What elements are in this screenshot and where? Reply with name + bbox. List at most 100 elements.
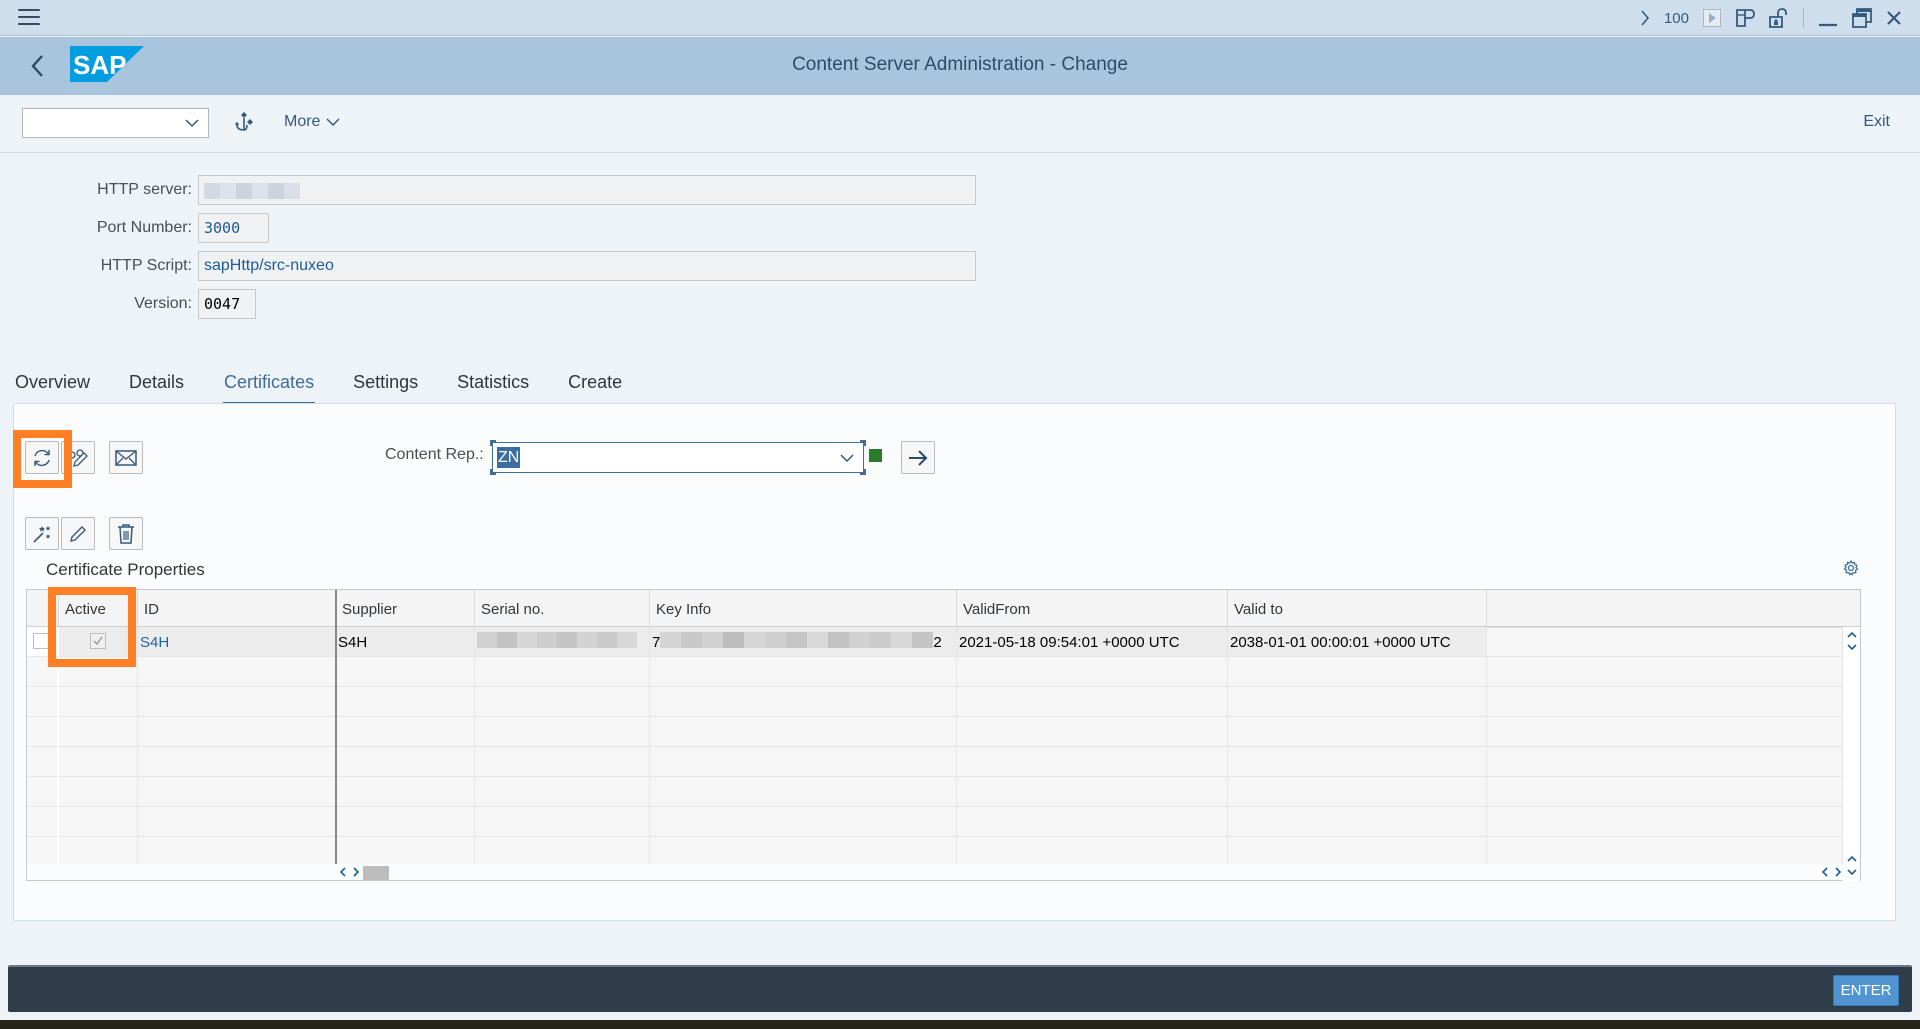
version-field[interactable]: 0047 — [198, 289, 256, 319]
command-field[interactable] — [22, 108, 209, 138]
scroll-up-icon[interactable] — [1847, 629, 1857, 641]
cell-valid_from — [957, 657, 1228, 687]
cell-id — [138, 777, 336, 807]
zoom-level: 100 — [1663, 9, 1689, 27]
cell-key — [650, 807, 957, 837]
row-selector[interactable] — [33, 633, 49, 649]
certificate-grid: Active ID Supplier Serial no. Key Info V… — [26, 589, 1861, 881]
scroll-down-icon[interactable] — [1847, 866, 1857, 878]
col-header-valid-to[interactable]: Valid to — [1228, 590, 1487, 627]
col-header-key-info[interactable]: Key Info — [650, 590, 957, 627]
cell-filler — [1487, 807, 1843, 837]
col-header-active[interactable]: Active — [59, 590, 138, 627]
cell-valid_to — [1228, 687, 1487, 717]
certificate-id-link[interactable]: S4H — [140, 634, 169, 651]
delete-button[interactable] — [109, 517, 143, 550]
edit-button[interactable] — [61, 517, 95, 550]
cell-filler — [1487, 747, 1843, 777]
cell-supplier: S4H — [336, 627, 475, 657]
cell-supplier — [336, 717, 475, 747]
system-controls: 100 — [1626, 0, 1902, 36]
cell-serial-redacted — [475, 627, 650, 657]
exit-button[interactable]: Exit — [1863, 113, 1890, 131]
http-script-label: HTTP Script: — [100, 257, 192, 274]
scroll-right-icon[interactable] — [352, 867, 360, 879]
tab-overview[interactable]: Overview — [15, 368, 90, 404]
cell-valid_from: 2021-05-18 09:54:01 +0000 UTC — [957, 627, 1228, 657]
edit-certificate-button[interactable] — [61, 441, 95, 474]
chevron-down-icon — [326, 118, 340, 127]
cell-filler — [1487, 777, 1843, 807]
cell-supplier — [336, 777, 475, 807]
cell-supplier — [336, 687, 475, 717]
cell-key — [650, 657, 957, 687]
cell-sel — [27, 717, 59, 747]
cell-id — [138, 717, 336, 747]
gear-icon[interactable] — [1843, 559, 1859, 581]
chevron-right-icon[interactable] — [1640, 0, 1650, 36]
status-bar: ENTER — [8, 965, 1912, 1012]
scroll-left-icon[interactable] — [339, 867, 347, 879]
horizontal-scroll-thumb[interactable] — [363, 866, 389, 880]
content-rep-field[interactable]: ZN — [490, 440, 866, 475]
cell-serial — [475, 717, 650, 747]
scroll-down-icon[interactable] — [1847, 641, 1857, 653]
execute-button[interactable] — [901, 441, 935, 474]
glasses-pencil-icon — [68, 448, 88, 467]
unlock-icon[interactable] — [1769, 0, 1789, 36]
cell-id — [138, 687, 336, 717]
hierarchy-icon[interactable] — [232, 110, 256, 134]
cell-valid_to — [1228, 717, 1487, 747]
col-header-supplier[interactable]: Supplier — [336, 590, 475, 627]
cell-serial — [475, 777, 650, 807]
cell-active — [59, 717, 138, 747]
select-all-header[interactable] — [27, 590, 59, 627]
restore-icon[interactable] — [1852, 0, 1872, 36]
http-server-field[interactable] — [198, 175, 976, 205]
tab-settings[interactable]: Settings — [353, 368, 418, 404]
col-header-serial-no[interactable]: Serial no. — [475, 590, 650, 627]
col-header-id[interactable]: ID — [138, 590, 336, 627]
cell-active — [59, 627, 138, 657]
cell-filler — [1487, 717, 1843, 747]
redacted-value — [204, 181, 300, 199]
cell-id — [138, 747, 336, 777]
cell-valid_to — [1228, 747, 1487, 777]
mail-button[interactable] — [109, 441, 143, 474]
play-icon[interactable] — [1703, 0, 1721, 36]
page-title: Content Server Administration - Change — [792, 54, 1128, 75]
scroll-right-icon[interactable] — [1834, 867, 1842, 879]
taskbar-strip — [0, 1020, 1920, 1029]
cell-valid_from — [957, 717, 1228, 747]
tab-statistics[interactable]: Statistics — [457, 368, 529, 404]
cell-serial — [475, 657, 650, 687]
cell-id — [138, 837, 336, 867]
cell-id — [138, 807, 336, 837]
menu-icon[interactable] — [18, 9, 40, 27]
active-checkbox[interactable] — [90, 633, 106, 649]
close-icon[interactable] — [1886, 0, 1902, 36]
layout-icon[interactable] — [1735, 0, 1755, 36]
tab-details[interactable]: Details — [129, 368, 184, 404]
tab-create[interactable]: Create — [568, 368, 622, 404]
vertical-scrollbar[interactable] — [1842, 627, 1860, 881]
enter-button[interactable]: ENTER — [1833, 975, 1899, 1006]
cell-key-info-redacted: 72 — [650, 627, 957, 657]
tab-bar: Overview Details Certificates Settings S… — [0, 368, 622, 405]
refresh-button[interactable] — [25, 441, 59, 474]
more-menu-button[interactable]: More — [284, 113, 340, 131]
minimize-icon[interactable] — [1818, 0, 1838, 36]
version-row: Version: 0047 — [0, 289, 256, 319]
port-number-field[interactable]: 3000 — [198, 213, 269, 243]
cell-active — [59, 837, 138, 867]
cell-active — [59, 747, 138, 777]
http-script-field[interactable]: sapHttp/src-nuxeo — [198, 251, 976, 281]
scroll-up-icon[interactable] — [1847, 853, 1857, 865]
col-header-valid-from[interactable]: ValidFrom — [957, 590, 1228, 627]
horizontal-scrollbar[interactable] — [27, 864, 1843, 880]
scroll-left-icon[interactable] — [1821, 867, 1829, 879]
create-button[interactable] — [25, 517, 59, 550]
tab-certificates[interactable]: Certificates — [223, 368, 316, 405]
cell-id: S4H — [138, 627, 336, 657]
status-indicator — [869, 449, 882, 462]
